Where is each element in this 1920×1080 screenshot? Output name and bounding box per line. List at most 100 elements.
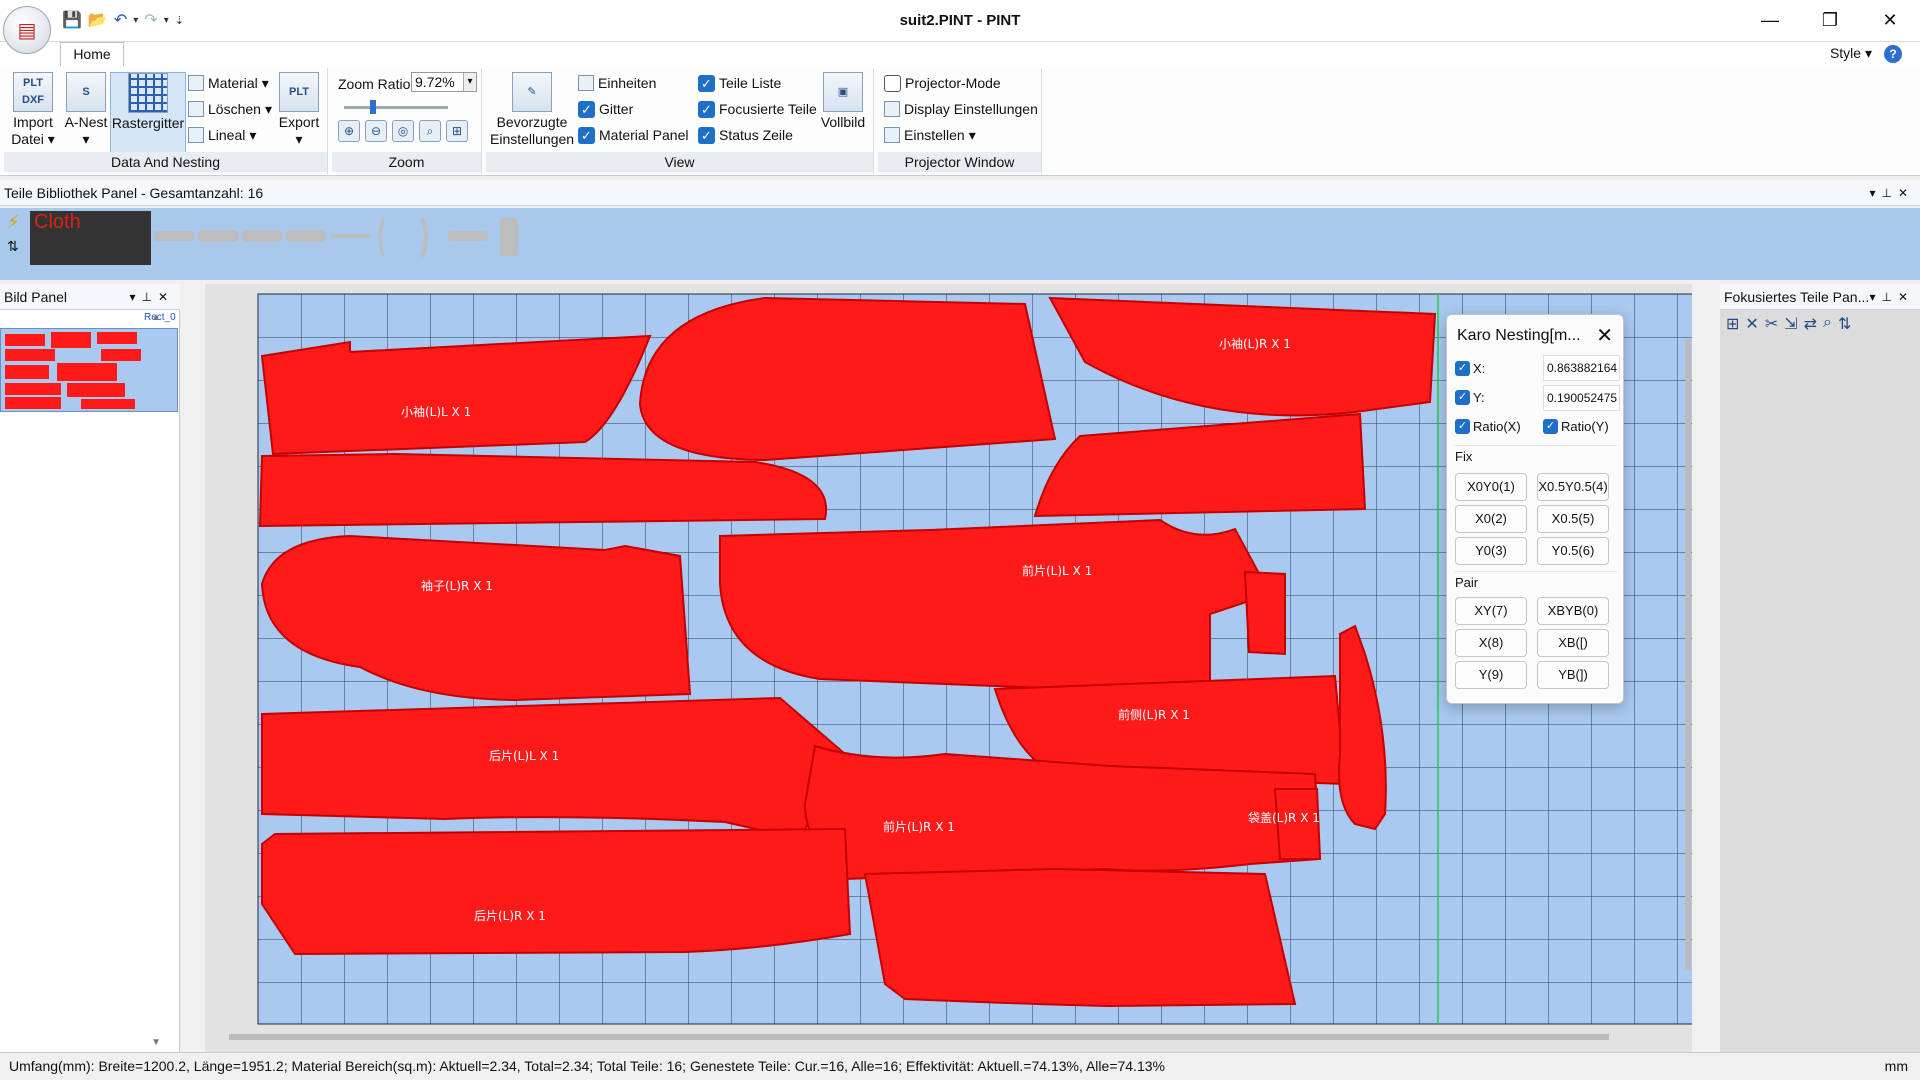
fix-section-label: Fix [1455,445,1617,464]
fix-x05-button[interactable]: X0.5(5) [1537,505,1609,533]
loeschen-label: Löschen [208,101,261,117]
y-input[interactable]: 0.190052475 [1543,385,1620,411]
ratio-y-checkbox[interactable]: ✓ Ratio(Y) [1543,419,1609,434]
lineal-label: Lineal [208,127,246,143]
zoom-ratio-dropdown-icon[interactable]: ▾ [463,73,476,91]
bild-panel-title: Bild Panel [4,289,68,305]
focusierte-teile-check-icon: ✓ [698,100,715,118]
style-menu[interactable]: Style ▾ [1830,45,1872,62]
canvas-vertical-scrollbar[interactable] [1685,340,1691,970]
search-piece-icon[interactable]: ⌕ [1823,314,1832,334]
minimize-button[interactable]: — [1740,0,1800,40]
piece-label: 后片(L)R X 1 [474,909,546,923]
lightning-icon[interactable]: ⚡ [7,212,20,233]
teile-liste-checkbox[interactable]: ✓ Teile Liste [698,72,781,94]
library-panel: ⚡ ⇅ Cloth [0,208,1920,280]
cloth-thumbnail[interactable]: Cloth [30,211,151,265]
zoom-slider-thumb[interactable] [370,100,376,114]
add-piece-icon[interactable]: ⊞ [1726,314,1739,334]
bild-thumbnail[interactable] [0,328,178,412]
gitter-checkbox[interactable]: ✓ Gitter [578,98,633,120]
plt-export-icon: PLT [279,72,319,112]
preferences-icon: ✎ [512,72,552,112]
display-einstellungen-button[interactable]: Display Einstellungen [884,98,1038,120]
zoom-all-icon[interactable]: ⊞ [446,120,468,142]
export-button[interactable]: PLT Export ▾ [276,72,322,148]
fullscreen-icon: ▣ [823,72,863,112]
pair-x-button[interactable]: X(8) [1455,629,1527,657]
close-button[interactable]: ✕ [1860,0,1920,40]
group-label-zoom: Zoom [332,152,481,172]
focusierte-teile-checkbox[interactable]: ✓ Focusierte Teile [698,98,817,120]
projector-mode-checkbox[interactable]: Projector-Mode [884,72,1001,94]
x-input[interactable]: 0.863882164 [1543,355,1620,381]
material-button[interactable]: Material ▾ [188,72,269,94]
anest-dropdown-icon[interactable]: ▾ [60,131,112,148]
piece-label: 前片(L)R X 1 [883,819,955,834]
loeschen-button[interactable]: Löschen ▾ [188,98,272,120]
einstellen-button[interactable]: Einstellen ▾ [884,124,976,146]
maximize-button[interactable]: ❐ [1800,0,1860,40]
bild-panel-controls[interactable]: ▾⊥✕ [129,284,174,310]
ratio-x-label: Ratio(X) [1473,419,1521,434]
fix-y0-button[interactable]: Y0(3) [1455,537,1527,565]
import-label: Import [13,114,53,130]
delete-piece-icon[interactable]: ✕ [1745,314,1758,334]
help-icon[interactable]: ? [1884,45,1902,63]
fix-y05-button[interactable]: Y0.5(6) [1537,537,1609,565]
group-label-view: View [486,152,873,172]
pair-section-label: Pair [1455,571,1617,590]
rastergitter-button[interactable]: Rastergitter [110,72,186,156]
import-button[interactable]: PLT DXF Import Datei ▾ [10,72,56,148]
fix-x05y05-button[interactable]: X0.5Y0.5(4) [1537,473,1609,501]
bild-scroll-down-icon[interactable]: ▼ [151,1037,161,1048]
sort-icon[interactable]: ⇅ [7,238,19,255]
app-menu-button[interactable]: ▤ [3,6,51,54]
zoom-window-icon[interactable]: ⌕ [419,120,441,142]
zoom-fit-icon[interactable]: ◎ [392,120,414,142]
pair-yb-button[interactable]: YB(]) [1537,661,1609,689]
cut-icon[interactable]: ✂ [1765,314,1778,334]
einheiten-button[interactable]: Einheiten [578,72,656,94]
canvas-horizontal-scrollbar[interactable] [229,1034,1609,1040]
zoom-in-icon[interactable]: ⊕ [338,120,360,142]
material-panel-checkbox[interactable]: ✓ Material Panel [578,124,689,146]
ratio-x-checkbox[interactable]: ✓ Ratio(X) [1455,419,1521,434]
bild-scroll-up-icon[interactable]: ▲ [151,312,161,323]
zoom-slider-track[interactable] [344,106,448,109]
ratio-y-label: Ratio(Y) [1561,419,1609,434]
focusierte-teile-label: Focusierte Teile [719,101,817,117]
vollbild-button[interactable]: ▣ Vollbild [818,72,868,131]
tab-home[interactable]: Home [60,42,124,66]
lineal-button[interactable]: Lineal ▾ [188,124,256,146]
sort-pieces-icon[interactable]: ⇅ [1838,314,1851,334]
fix-x0-button[interactable]: X0(2) [1455,505,1527,533]
import-piece-icon[interactable]: ⇲ [1784,314,1797,334]
fix-x0y0-button[interactable]: X0Y0(1) [1455,473,1527,501]
piece-label: 小袖(L)R X 1 [1219,336,1291,351]
pair-y-button[interactable]: Y(9) [1455,661,1527,689]
vollbild-label: Vollbild [820,114,866,130]
export-dropdown-icon[interactable]: ▾ [276,131,322,148]
einheiten-label: Einheiten [598,75,657,91]
x-checkbox[interactable]: ✓ X: [1455,361,1485,376]
pair-xb-button[interactable]: XB([) [1537,629,1609,657]
focus-panel-controls[interactable]: ▾⊥✕ [1869,284,1914,310]
anest-button[interactable]: S A-Nest ▾ [60,72,112,148]
material-label: Material [208,75,258,91]
y-check-icon: ✓ [1455,390,1470,405]
zoom-out-icon[interactable]: ⊖ [365,120,387,142]
y-checkbox[interactable]: ✓ Y: [1455,390,1485,405]
anest-label: A-Nest [64,114,108,130]
status-zeile-checkbox[interactable]: ✓ Status Zeile [698,124,793,146]
dialog-close-icon[interactable]: ✕ [1596,323,1613,348]
library-piece-strip[interactable] [152,214,532,264]
library-panel-controls[interactable]: ▾⊥✕ [1869,180,1914,206]
pair-xbyb-button[interactable]: XBYB(0) [1537,597,1609,625]
window-title: suit2.PINT - PINT [899,12,1021,29]
bevorzugte-einstellungen-button[interactable]: ✎ Bevorzugte Einstellungen [490,72,574,148]
group-projector-window: Projector-Mode Display Einstellungen Ein… [878,68,1042,174]
projector-mode-label: Projector-Mode [905,75,1001,91]
pair-xy-button[interactable]: XY(7) [1455,597,1527,625]
align-icon[interactable]: ⇄ [1804,314,1817,334]
